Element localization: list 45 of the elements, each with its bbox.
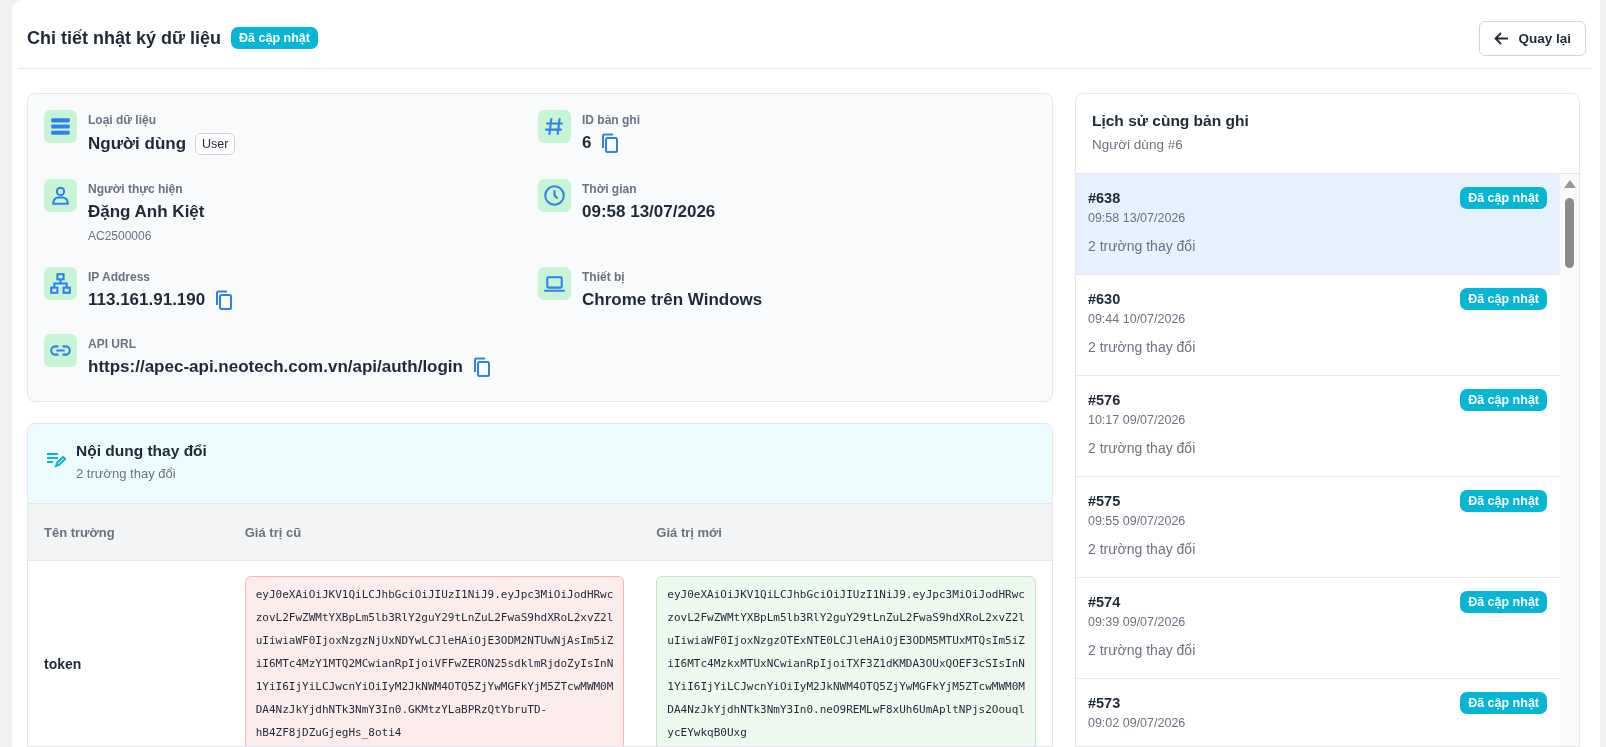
- copy-icon[interactable]: [601, 133, 620, 153]
- data-type-icon: [44, 110, 77, 143]
- old-value: eyJ0eXAiOiJKV1QiLCJhbGciOiJIUzI1NiJ9.eyJpc3MiOiJodHRwczovL2FwZWMtYXBpLm5lb3RlY2guY29tLnZuL2FwaS9hdXRoL2xvZ2luIiwiaWF0IjoxNzgzNjUxNDYwLCJleHAiOjE3ODM2NTUwNjAsIm5iZiI6MTc4MzY1MTQ2MCwianRpIjoiVFFwZERON25sdklmRjdoZyIsInN1YiI6IjYiLCJwcnYiOiIyM2JkNWM4OTQ5ZjYwMGFkYjM5ZTcwMWM0MDA4NzJkYjdhNTk3NmY3In0.GKMtzYLaBPRzQtYbruTD-hB4ZF8jDZuGjegHs_8oti4: [244, 576, 625, 746]
- panel-subtitle: Người dùng #6: [1091, 137, 1184, 152]
- field-value: https://apec-api.neotech.com.vn/api/auth/login: [88, 357, 463, 377]
- column-header: Giá trị cũ: [228, 504, 641, 561]
- back-button[interactable]: Quay lại: [1479, 20, 1586, 56]
- user-icon: [44, 179, 77, 212]
- field-label: Thiết bị: [582, 270, 626, 284]
- field-label: API URL: [88, 337, 137, 351]
- field-label: Thời gian: [582, 182, 638, 196]
- copy-icon[interactable]: [473, 357, 491, 377]
- section-title: Nội dung thay đổi: [76, 442, 207, 460]
- url-icon: [44, 334, 77, 367]
- section-subtitle: 2 trường thay đổi: [76, 466, 177, 481]
- scrollbar-thumb[interactable]: [1565, 198, 1574, 268]
- field-value: 113.161.91.190: [88, 290, 206, 310]
- field-value: 6: [582, 133, 592, 153]
- status-badge: Đã cập nhật: [231, 27, 318, 49]
- type-tag: User: [195, 133, 236, 155]
- scroll-up-icon[interactable]: [1564, 180, 1576, 188]
- field-value: Chrome trên Windows: [582, 290, 763, 310]
- field-value: Người dùng: [88, 134, 187, 154]
- field-label: Loại dữ liệu: [88, 113, 158, 127]
- field-label: ID bản ghi: [582, 113, 640, 127]
- field-label: IP Address: [88, 270, 152, 284]
- edit-list-icon: [46, 450, 66, 468]
- copy-icon[interactable]: [215, 290, 234, 310]
- arrow-left-icon: [1494, 31, 1510, 45]
- scrollbar[interactable]: [1560, 174, 1579, 746]
- field-value: 09:58 13/07/2026: [582, 202, 716, 222]
- user-code: AC2500006: [88, 229, 153, 243]
- time-icon: [538, 179, 571, 212]
- page-title: Chi tiết nhật ký dữ liệu: [27, 27, 222, 49]
- ip-icon: [44, 267, 77, 300]
- device-icon: [538, 267, 571, 300]
- field-value: Đặng Anh Kiệt: [88, 202, 205, 222]
- field-name: token: [28, 560, 229, 746]
- column-header: Giá trị mới: [640, 504, 1052, 561]
- column-header: Tên trường: [28, 504, 229, 561]
- new-value: eyJ0eXAiOiJKV1QiLCJhbGciOiJIUzI1NiJ9.eyJpc3MiOiJodHRwczovL2FwZWMtYXBpLm5lb3RlY2guY29tLnZuL2FwaS9hdXRoL2xvZ2luIiwiaWF0IjoxNzgzOTExNTE0LCJleHAiOjE3ODM5MTUxMTQsIm5iZiI6MTc4MzkxMTUxNCwianRpIjoiTXF3Z1dKMDA3OUxQOEF3cSIsInN1YiI6IjYiLCJwcnYiOiIyM2JkNWM4OTQ5ZjYwMGFkYjM5ZTcwMWM0MDA4NzJkYjdhNTk3NmY3In0.neO9REMLwF8xUh6UmApltNPjs2OouqlycEYwkqB0Uxg: [656, 576, 1036, 746]
- field-label: Người thực hiện: [88, 182, 184, 196]
- panel-title: Lịch sử cùng bản ghi: [1091, 112, 1250, 130]
- record-id-icon: [538, 110, 571, 143]
- history-item[interactable]: #638 Đã cập nhật 09:58 13/07/2026 2 trường thay đổi: [1075, 174, 1560, 275]
